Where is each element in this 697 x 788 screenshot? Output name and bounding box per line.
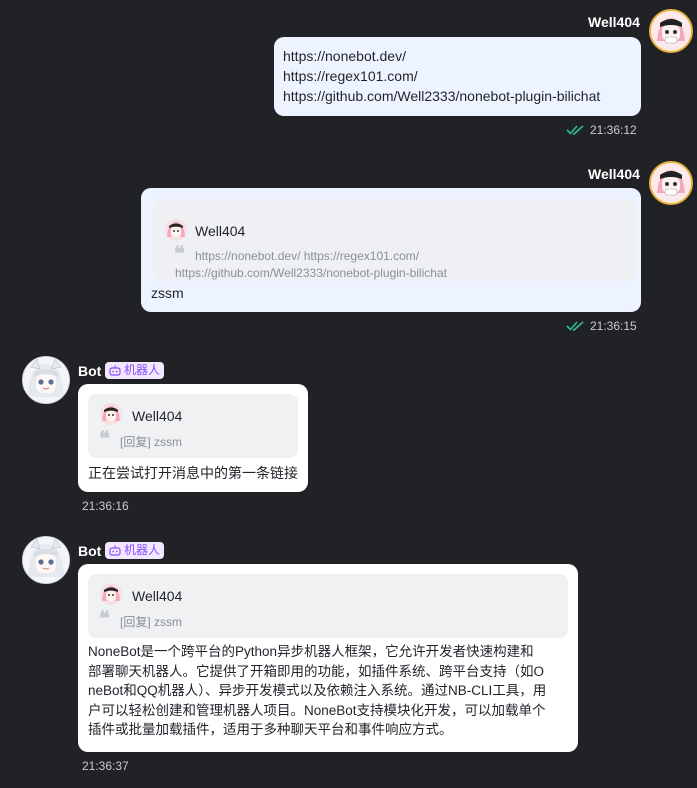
quote-sender-name: Well404 <box>132 408 183 424</box>
message-bubble[interactable]: Well404 ❝ [回复] zssm NoneBot是一个跨平台的Python… <box>78 564 578 752</box>
timestamp: 21:36:37 <box>82 759 129 773</box>
quote-mark-icon: ❝ <box>99 426 110 450</box>
anime-girl-avatar-icon <box>102 406 120 421</box>
sender-name: Well404 <box>588 166 640 182</box>
sender-name: Bot <box>78 543 102 559</box>
white-hair-girl-avatar-icon <box>23 357 69 403</box>
quote-sender-name: Well404 <box>132 588 183 604</box>
message-text-line: 户可以轻松创建和管理机器人项目。NoneBot支持模块化开发，可以加载单个 <box>88 702 546 718</box>
bot-avatar[interactable] <box>22 356 70 404</box>
message-meta: 21:36:12 <box>566 123 637 137</box>
anime-girl-avatar-icon <box>651 11 691 51</box>
message-bubble[interactable]: https://nonebot.dev/ https://regex101.co… <box>274 37 641 116</box>
quote-text: https://github.com/Well2333/nonebot-plug… <box>175 266 447 280</box>
reply-quote[interactable]: Well404 ❝ [回复] zssm <box>88 574 568 638</box>
link-text[interactable]: https://nonebot.dev/ <box>283 46 641 66</box>
user-avatar[interactable] <box>649 9 693 53</box>
message-text-line: neBot和QQ机器人）、异步开发模式以及依赖注入系统。通过NB-CLI工具，用 <box>88 683 547 698</box>
message-text-line: NoneBot是一个跨平台的Python异步机器人框架，它允许开发者快速构建和 <box>88 644 534 659</box>
timestamp: 21:36:15 <box>590 319 637 333</box>
quote-avatar <box>100 403 122 425</box>
double-check-icon <box>566 321 584 331</box>
quote-avatar <box>100 583 122 605</box>
quote-text: [回复] zssm <box>120 615 182 629</box>
reply-quote[interactable]: Well404 ❝ https://nonebot.dev/ https://r… <box>153 199 637 281</box>
robot-icon <box>109 545 121 556</box>
bot-tag-label: 机器人 <box>124 543 161 557</box>
message-text-line: 部署聊天机器人。它提供了开箱即用的功能，如插件系统、跨平台支持（如O <box>88 663 544 679</box>
bot-tag: 机器人 <box>105 542 165 559</box>
reply-quote[interactable]: Well404 ❝ [回复] zssm <box>88 394 298 458</box>
anime-girl-avatar-icon <box>102 586 120 601</box>
quote-mark-icon: ❝ <box>174 241 185 265</box>
quote-mark-icon: ❝ <box>99 606 110 630</box>
timestamp: 21:36:12 <box>590 123 637 137</box>
message-text: NoneBot是一个跨平台的Python异步机器人框架，它允许开发者快速构建和 … <box>88 642 546 740</box>
link-text[interactable]: https://regex101.com/ <box>283 66 641 86</box>
double-check-icon <box>566 125 584 135</box>
bot-avatar[interactable] <box>22 536 70 584</box>
message-bubble[interactable]: Well404 ❝ https://nonebot.dev/ https://r… <box>141 188 641 312</box>
user-avatar[interactable] <box>649 161 693 205</box>
quote-sender-name: Well404 <box>195 223 246 239</box>
message-meta: 21:36:15 <box>566 319 637 333</box>
anime-girl-avatar-icon <box>651 163 691 203</box>
white-hair-girl-avatar-icon <box>23 537 69 583</box>
message-text: zssm <box>151 285 184 301</box>
quote-text: https://nonebot.dev/ https://regex101.co… <box>195 249 420 263</box>
robot-icon <box>109 365 121 376</box>
timestamp: 21:36:16 <box>82 499 129 513</box>
message-text-line: 插件或批量加载插件，适用于多种聊天平台和事件响应方式。 <box>88 722 453 737</box>
sender-name: Bot <box>78 363 102 379</box>
anime-girl-avatar-icon <box>167 222 185 237</box>
quote-text: [回复] zssm <box>120 435 182 449</box>
link-text[interactable]: https://github.com/Well2333/nonebot-plug… <box>283 86 641 106</box>
bot-tag-label: 机器人 <box>124 363 161 377</box>
quote-avatar <box>165 219 187 241</box>
sender-name: Well404 <box>588 14 640 30</box>
message-text: 正在尝试打开消息中的第一条链接 <box>88 465 298 481</box>
message-bubble[interactable]: Well404 ❝ [回复] zssm 正在尝试打开消息中的第一条链接 <box>78 384 308 492</box>
bot-tag: 机器人 <box>105 362 165 379</box>
